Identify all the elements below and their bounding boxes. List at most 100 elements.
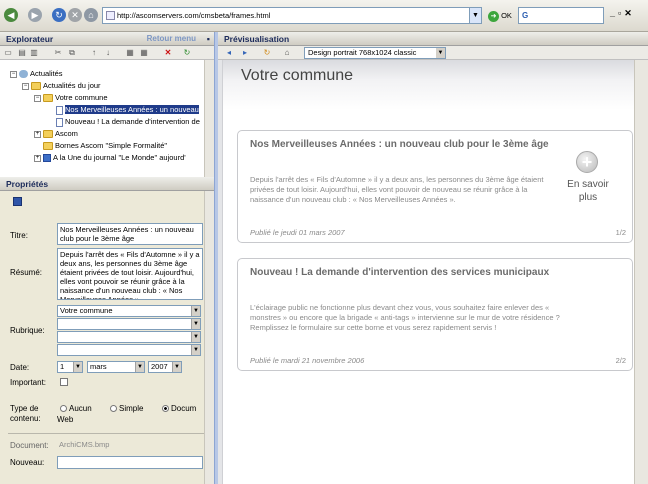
divider bbox=[8, 433, 204, 434]
rubrique-select-1[interactable]: Votre commune ▼ bbox=[57, 305, 201, 317]
properties-icon[interactable]: ▥ bbox=[29, 48, 39, 58]
search-input[interactable]: G bbox=[518, 7, 604, 24]
folder-icon bbox=[43, 130, 53, 139]
tree-node-label: Bornes Ascom "Simple Formalité" bbox=[55, 141, 168, 150]
rubrique-select-2[interactable]: ▼ bbox=[57, 318, 201, 330]
folder-icon bbox=[43, 142, 53, 151]
forward-icon[interactable]: ▶ bbox=[28, 8, 42, 22]
news-card[interactable]: Nos Merveilleuses Années : un nouveau cl… bbox=[237, 130, 633, 243]
address-dropdown-icon[interactable]: ▼ bbox=[469, 8, 481, 23]
properties-form: Titre: Nos Merveilleuses Années : un nou… bbox=[0, 191, 204, 484]
tree-node[interactable]: − Actualités du jour bbox=[22, 80, 101, 91]
tree-scrollbar[interactable] bbox=[204, 60, 214, 177]
news-card-page: 2/2 bbox=[615, 356, 626, 365]
document-field: ArchiCMS.bmp bbox=[57, 439, 203, 451]
preview-toolbar: ◂ ▸ ↻ ⌂ Design portrait 768x1024 classic… bbox=[218, 46, 648, 60]
nouveau-field[interactable] bbox=[57, 456, 203, 469]
arrow-left-icon[interactable]: ◂ bbox=[224, 48, 234, 58]
back-icon[interactable]: ◀ bbox=[4, 8, 18, 22]
news-card-body: L'éclairage public ne fonctionne plus de… bbox=[250, 303, 560, 332]
tree-node[interactable]: Nouveau ! La demande d'intervention de bbox=[56, 116, 200, 127]
type-option-simple[interactable]: Simple bbox=[110, 404, 143, 413]
copy-icon[interactable]: ⧉ bbox=[67, 48, 77, 58]
home-icon[interactable]: ⌂ bbox=[84, 8, 98, 22]
document-icon bbox=[56, 117, 63, 127]
tree-node-label: Nos Merveilleuses Années : un nouveau bbox=[65, 105, 199, 114]
tree-node-label: Votre commune bbox=[55, 93, 108, 102]
news-card-title: Nouveau ! La demande d'intervention des … bbox=[250, 267, 550, 278]
minimize-icon[interactable]: _ bbox=[610, 8, 618, 18]
expand-icon[interactable]: + bbox=[34, 130, 41, 138]
design-value: Design portrait 768x1024 classic bbox=[308, 48, 417, 57]
go-button[interactable]: ➜ OK bbox=[488, 8, 518, 23]
close-icon[interactable]: ✕ bbox=[624, 8, 635, 18]
rubrique-label: Rubrique: bbox=[10, 326, 45, 335]
titre-field[interactable]: Nos Merveilleuses Années : un nouveau cl… bbox=[57, 223, 203, 245]
arrow-right-icon[interactable]: ▸ bbox=[240, 48, 250, 58]
home-icon[interactable]: ⌂ bbox=[282, 48, 292, 58]
folder-icon bbox=[43, 94, 53, 103]
type-option-aucun[interactable]: Aucun bbox=[60, 404, 92, 413]
back-to-menu-link[interactable]: Retour menu bbox=[147, 32, 196, 46]
refresh-preview-icon[interactable]: ↻ bbox=[262, 48, 272, 58]
chevron-down-icon: ▼ bbox=[191, 306, 200, 316]
date-year-value: 2007 bbox=[151, 362, 168, 371]
titre-label: Titre: bbox=[10, 231, 28, 240]
news-card[interactable]: Nouveau ! La demande d'intervention des … bbox=[237, 258, 633, 371]
refresh-icon[interactable]: ↻ bbox=[52, 8, 66, 22]
date-month-select[interactable]: mars ▼ bbox=[87, 361, 145, 373]
preview-scrollbar[interactable] bbox=[634, 60, 648, 484]
content-tree: − Actualités − Actualités du jour − Votre c… bbox=[0, 60, 204, 177]
chevron-down-icon: ▼ bbox=[191, 319, 200, 329]
tree-node[interactable]: − Actualités bbox=[10, 68, 63, 79]
refresh-tree-icon[interactable]: ↻ bbox=[182, 48, 192, 58]
properties-scrollbar[interactable] bbox=[204, 191, 214, 484]
nouveau-label: Nouveau: bbox=[10, 458, 45, 467]
stop-icon[interactable]: ✕ bbox=[68, 8, 82, 22]
design-select[interactable]: Design portrait 768x1024 classic ▼ bbox=[304, 47, 446, 59]
collapse-icon[interactable]: − bbox=[22, 82, 29, 90]
tree-node-label: Nouveau ! La demande d'intervention de bbox=[65, 117, 200, 126]
explorer-close-icon[interactable]: ▪ bbox=[207, 32, 210, 46]
date-label: Date: bbox=[10, 363, 30, 372]
resume-label: Résumé: bbox=[10, 268, 43, 277]
date-day-select[interactable]: 1 ▼ bbox=[57, 361, 83, 373]
open-icon[interactable]: ▤ bbox=[17, 48, 27, 58]
expand-icon[interactable]: + bbox=[34, 154, 41, 162]
rubrique-select-4[interactable]: ▼ bbox=[57, 344, 201, 356]
more-info-button[interactable]: En savoir plus bbox=[560, 178, 616, 204]
folder-icon bbox=[31, 82, 41, 91]
type-option-document[interactable]: Docum bbox=[162, 404, 196, 413]
save-icon[interactable] bbox=[13, 197, 22, 206]
chevron-down-icon: ▼ bbox=[172, 362, 181, 372]
outdent-icon[interactable]: ▦ bbox=[139, 48, 149, 58]
collapse-icon[interactable]: − bbox=[10, 70, 17, 78]
resume-field[interactable]: Depuis l'arrêt des « Fils d'Automne » il… bbox=[57, 248, 203, 300]
explorer-toolbar: ▭ ▤ ▥ ✂ ⧉ ↑ ↓ ▦ ▦ ✕ ↻ bbox=[0, 46, 214, 60]
tree-node[interactable]: − Votre commune bbox=[34, 92, 108, 103]
feed-icon bbox=[43, 154, 51, 163]
tree-node[interactable]: + Ascom bbox=[34, 128, 78, 139]
move-up-icon[interactable]: ↑ bbox=[89, 48, 99, 58]
preview-title-text: Prévisualisation bbox=[224, 34, 290, 44]
tree-node[interactable]: Bornes Ascom "Simple Formalité" bbox=[43, 140, 167, 151]
chevron-down-icon: ▼ bbox=[436, 48, 445, 58]
new-document-icon[interactable]: ▭ bbox=[3, 48, 13, 58]
type-label-2: contenu: bbox=[10, 414, 41, 423]
date-year-select[interactable]: 2007 ▼ bbox=[148, 361, 182, 373]
plus-icon[interactable]: + bbox=[576, 151, 598, 173]
collapse-icon[interactable]: − bbox=[34, 94, 41, 102]
delete-icon[interactable]: ✕ bbox=[163, 48, 173, 58]
important-checkbox[interactable] bbox=[60, 378, 68, 386]
type-option-label: Docum bbox=[171, 404, 197, 413]
window-controls[interactable]: _▫✕ bbox=[610, 8, 648, 22]
move-down-icon[interactable]: ↓ bbox=[103, 48, 113, 58]
tree-node[interactable]: + A la Une du journal "Le Monde" aujourd' bbox=[34, 152, 186, 163]
tree-node[interactable]: Nos Merveilleuses Années : un nouveau bbox=[56, 104, 199, 115]
cut-icon[interactable]: ✂ bbox=[53, 48, 63, 58]
indent-icon[interactable]: ▦ bbox=[125, 48, 135, 58]
rubrique-select-3[interactable]: ▼ bbox=[57, 331, 201, 343]
address-bar[interactable]: http://ascomservers.com/cmsbeta/frames.h… bbox=[102, 7, 482, 24]
date-month-value: mars bbox=[90, 362, 107, 371]
go-icon: ➜ bbox=[488, 10, 499, 22]
